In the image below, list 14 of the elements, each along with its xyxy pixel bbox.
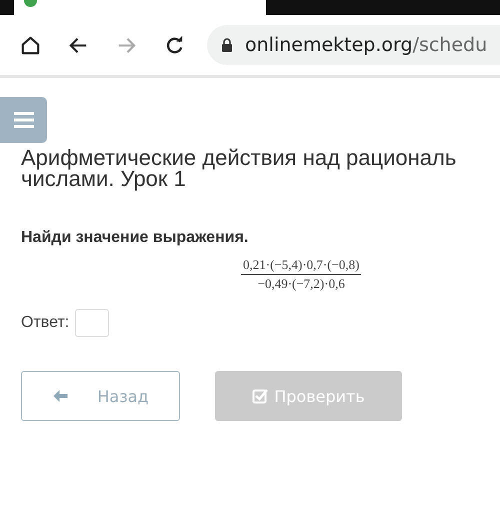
arrow-left-icon xyxy=(52,389,70,403)
menu-button[interactable] xyxy=(0,97,47,143)
question-text: Найди значение выражения. xyxy=(21,229,248,247)
checkbox-icon xyxy=(252,388,268,404)
url-text: onlinemektep.org/schedu xyxy=(245,34,488,56)
answer-label: Ответ: xyxy=(21,314,70,332)
fraction-expression: 0,21·(−5,4)·0,7·(−0,8) −0,49·(−7,2)·0,6 xyxy=(241,257,362,292)
browser-tab[interactable] xyxy=(14,0,266,15)
back-button[interactable]: Назад xyxy=(21,371,180,421)
answer-field[interactable] xyxy=(75,309,110,337)
menu-icon xyxy=(14,112,34,128)
lock-icon xyxy=(221,38,233,52)
lesson-title: Арифметические действия над рациональ xyxy=(21,147,456,168)
address-bar[interactable]: onlinemektep.org/schedu xyxy=(207,25,500,65)
